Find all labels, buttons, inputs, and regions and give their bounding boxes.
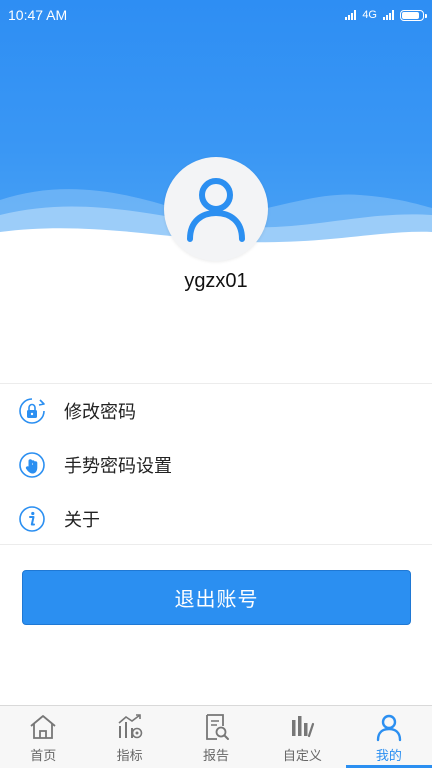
bottom-tabbar: 首页 指标 报告 自定义 我的 (0, 705, 432, 768)
logout-button[interactable]: 退出账号 (22, 570, 411, 625)
status-indicators: 4G (345, 9, 427, 21)
tab-custom[interactable]: 自定义 (259, 706, 345, 768)
tab-label: 首页 (30, 749, 57, 764)
tab-home[interactable]: 首页 (0, 706, 86, 768)
user-icon (374, 712, 404, 742)
menu-item-label: 修改密码 (64, 402, 136, 423)
lock-refresh-icon (18, 397, 46, 425)
status-time: 10:47 AM (8, 7, 68, 23)
battery-icon (400, 9, 427, 21)
info-icon (18, 505, 46, 533)
home-icon (28, 712, 58, 742)
menu-item-label: 手势密码设置 (64, 456, 172, 477)
tab-indicators[interactable]: 指标 (86, 706, 172, 768)
tab-label: 我的 (375, 749, 402, 764)
signal-icon-2 (383, 10, 394, 20)
menu-item-label: 关于 (64, 510, 100, 531)
username: ygzx01 (184, 270, 248, 292)
menu-item-gesture-password[interactable]: 手势密码设置 (0, 438, 432, 492)
tab-label: 指标 (116, 749, 143, 764)
tab-label: 报告 (203, 749, 230, 764)
settings-menu: 修改密码 手势密码设置 关于 (0, 383, 432, 545)
hand-gesture-icon (18, 451, 46, 479)
network-type: 4G (362, 9, 377, 21)
report-search-icon (201, 712, 231, 742)
custom-bars-icon (287, 712, 317, 742)
menu-item-change-password[interactable]: 修改密码 (0, 384, 432, 438)
tab-reports[interactable]: 报告 (173, 706, 259, 768)
user-avatar-icon (187, 178, 245, 242)
menu-item-about[interactable]: 关于 (0, 492, 432, 546)
indicator-chart-icon (115, 712, 145, 742)
signal-icon (345, 10, 357, 20)
status-bar: 10:47 AM 4G (0, 0, 432, 30)
tab-mine[interactable]: 我的 (345, 706, 432, 768)
avatar[interactable] (164, 157, 268, 261)
tab-label: 自定义 (282, 749, 322, 764)
